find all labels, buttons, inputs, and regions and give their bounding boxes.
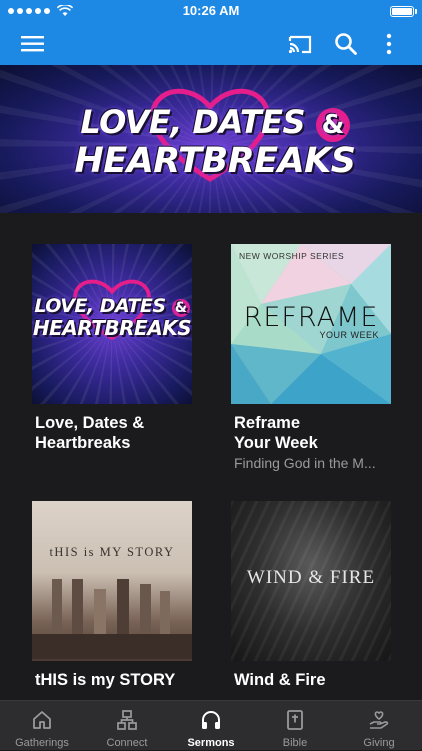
hero-banner[interactable]: LOVE, DATES & HEARTBREAKS (0, 65, 422, 213)
art-sub: YOUR WEEK (319, 330, 379, 340)
tab-label: Giving (363, 737, 395, 749)
art-line1: LOVE, DATES (34, 295, 166, 317)
tab-connect[interactable]: Connect (85, 701, 169, 751)
search-icon[interactable] (333, 31, 359, 57)
menu-icon[interactable] (20, 31, 46, 57)
series-title: Wind & Fire (234, 671, 326, 689)
series-subtitle: Finding God in the M... (234, 455, 376, 471)
tab-giving[interactable]: Giving (337, 701, 421, 751)
series-card-reframe[interactable]: NEW WORSHIP SERIES REFRAME YOUR WEEK Ref… (231, 244, 391, 474)
cast-icon[interactable] (287, 31, 313, 57)
series-artwork: tHIS is MY STORY (32, 501, 192, 661)
headphones-icon (202, 711, 220, 729)
app-bar (0, 22, 422, 65)
series-artwork: WIND & FIRE (231, 501, 391, 661)
tab-label: Connect (106, 737, 148, 749)
series-card-wind-fire[interactable]: WIND & FIRE Wind & Fire (231, 501, 391, 700)
tab-label: Gatherings (15, 737, 69, 749)
tab-gatherings[interactable]: Gatherings (0, 701, 84, 751)
bible-icon (287, 710, 303, 730)
art-tag: NEW WORSHIP SERIES (239, 251, 345, 261)
connect-icon (117, 710, 137, 730)
series-title: Reframe Your Week (234, 414, 318, 452)
art-main: REFRAME (243, 302, 379, 333)
tab-bible[interactable]: Bible (253, 701, 337, 751)
series-title: Love, Dates & Heartbreaks (35, 414, 145, 452)
series-card-love-dates[interactable]: LOVE, DATES & HEARTBREAKS Love, Dates & … (32, 244, 192, 459)
more-vert-icon[interactable] (376, 31, 402, 57)
series-card-this-is-my-story[interactable]: tHIS is MY STORY tHIS is my STORY (32, 501, 192, 700)
status-bar: 10:26 AM (0, 0, 422, 22)
giving-icon (369, 711, 389, 729)
status-time: 10:26 AM (182, 3, 240, 18)
sermon-series-grid: LOVE, DATES & HEARTBREAKS Love, Dates & … (0, 213, 422, 700)
series-title: tHIS is my STORY (35, 671, 176, 689)
art-line2: HEARTBREAKS (32, 316, 192, 340)
hero-logo-line1: LOVE, DATES (80, 103, 306, 141)
series-artwork: NEW WORSHIP SERIES REFRAME YOUR WEEK (231, 244, 391, 404)
series-artwork-logo: LOVE, DATES & HEARTBREAKS (32, 296, 192, 339)
art-main: tHIS is MY STORY (49, 545, 175, 559)
battery-icon (390, 5, 417, 17)
tab-sermons[interactable]: Sermons (169, 701, 253, 751)
tab-label: Bible (282, 737, 308, 749)
home-icon (33, 711, 51, 729)
hero-logo-amp: & (315, 108, 350, 142)
tab-label: Sermons (187, 737, 235, 749)
typewriter-keys (32, 579, 192, 659)
series-artwork: LOVE, DATES & HEARTBREAKS (32, 244, 192, 404)
bottom-tab-bar: Gatherings Connect Sermons Bible Giving (0, 700, 422, 750)
hero-logo-line2: HEARTBREAKS (74, 141, 357, 181)
art-main: WIND & FIRE (246, 567, 376, 588)
hero-logo: LOVE, DATES & HEARTBREAKS (70, 105, 360, 180)
art-amp: & (171, 299, 190, 317)
